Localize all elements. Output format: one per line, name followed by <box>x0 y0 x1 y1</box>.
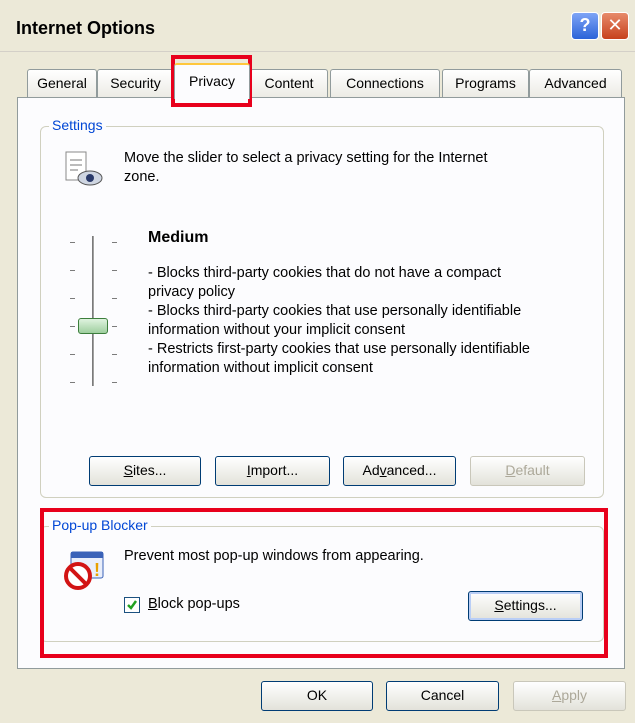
checkbox-mnemonic: B <box>148 596 158 612</box>
button-label-part: pply <box>561 687 588 703</box>
default-button[interactable]: Default <box>470 456 585 486</box>
popup-blocker-description: Prevent most pop-up windows from appeari… <box>124 548 424 564</box>
privacy-level-description: - Blocks third-party cookies that do not… <box>148 264 598 378</box>
checkmark-icon <box>127 600 138 610</box>
privacy-slider[interactable] <box>64 232 128 392</box>
slider-tick <box>70 326 75 327</box>
checkbox-label-part: lock pop-ups <box>157 596 240 612</box>
title-bar: Internet Options ? ✕ <box>0 0 635 52</box>
button-mnemonic: v <box>379 462 387 478</box>
button-mnemonic: D <box>505 462 516 478</box>
block-popups-label[interactable]: Block pop-ups <box>148 596 240 612</box>
privacy-instruction-line: zone. <box>124 169 160 185</box>
privacy-level-title: Medium <box>148 229 209 246</box>
button-label-part: ettings... <box>503 597 557 613</box>
description-line: - Blocks third-party cookies that do not… <box>148 265 502 281</box>
button-label-part: mport... <box>250 462 299 478</box>
cancel-button[interactable]: Cancel <box>386 681 499 711</box>
sites-button[interactable]: Sites... <box>89 456 201 486</box>
slider-tick <box>70 270 75 271</box>
button-mnemonic: S <box>123 462 133 478</box>
slider-thumb[interactable] <box>78 318 108 334</box>
button-label-part: Ad <box>362 462 380 478</box>
slider-tick <box>70 354 75 355</box>
window-title: Internet Options <box>16 18 155 38</box>
description-line: information without your implicit consen… <box>148 322 406 338</box>
tab-privacy[interactable]: Privacy <box>174 63 250 99</box>
button-mnemonic: S <box>494 597 504 613</box>
slider-tick <box>70 242 75 243</box>
slider-tick <box>70 298 75 299</box>
description-line: information without implicit consent <box>148 360 373 376</box>
slider-track <box>92 236 95 386</box>
tab-security[interactable]: Security <box>97 69 174 97</box>
tab-content[interactable]: Content <box>250 69 328 97</box>
button-label-part: efault <box>515 462 550 478</box>
slider-tick <box>70 382 75 383</box>
description-line: - Restricts first-party cookies that use… <box>148 341 530 357</box>
popup-settings-button[interactable]: Settings... <box>468 591 583 621</box>
privacy-instruction-line: Move the slider to select a privacy sett… <box>124 150 488 166</box>
slider-tick <box>112 326 117 327</box>
slider-tick <box>112 270 117 271</box>
settings-group-label: Settings <box>49 117 106 133</box>
tab-connections[interactable]: Connections <box>330 69 440 97</box>
apply-button[interactable]: Apply <box>513 681 626 711</box>
help-button[interactable]: ? <box>571 12 599 40</box>
description-line: privacy policy <box>148 284 236 300</box>
privacy-icon <box>65 151 103 186</box>
import-button[interactable]: Import... <box>215 456 330 486</box>
slider-tick <box>112 242 117 243</box>
svg-text:!: ! <box>94 560 100 580</box>
slider-tick <box>112 298 117 299</box>
popup-blocker-group-label: Pop-up Blocker <box>49 517 151 533</box>
tab-programs[interactable]: Programs <box>442 69 529 97</box>
button-label-part: anced... <box>386 462 437 478</box>
slider-tick <box>112 354 117 355</box>
advanced-button[interactable]: Advanced... <box>343 456 456 486</box>
popup-blocker-group: Pop-up Blocker <box>40 517 604 642</box>
popup-blocker-icon: ! <box>64 551 104 590</box>
button-mnemonic: A <box>551 687 562 703</box>
tab-general[interactable]: General <box>27 69 97 97</box>
description-line: - Blocks third-party cookies that use pe… <box>148 303 522 319</box>
close-button[interactable]: ✕ <box>601 12 629 40</box>
slider-tick <box>112 382 117 383</box>
tab-advanced[interactable]: Advanced <box>529 69 622 97</box>
privacy-instruction: Move the slider to select a privacy sett… <box>124 149 594 187</box>
block-popups-checkbox[interactable] <box>124 597 140 613</box>
button-label-part: ites... <box>132 462 167 478</box>
ok-button[interactable]: OK <box>261 681 373 711</box>
